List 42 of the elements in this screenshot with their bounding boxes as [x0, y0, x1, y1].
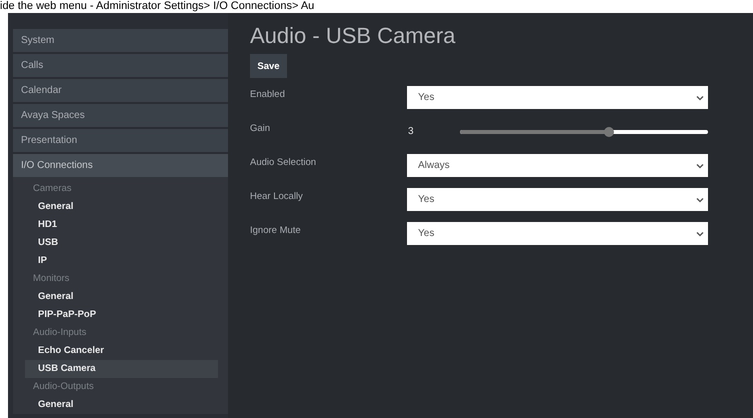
field-label: Hear Locally	[250, 190, 304, 202]
submenu-item[interactable]: PIP-PaP-PoP	[25, 306, 218, 324]
save-button[interactable]: Save	[250, 54, 287, 78]
submenu-item[interactable]: General	[25, 198, 218, 216]
dropdown[interactable]: Yes	[407, 188, 708, 211]
submenu-item[interactable]: IP	[25, 252, 218, 270]
sidebar-item[interactable]: Presentation	[13, 129, 228, 152]
dropdown-value: Yes	[418, 228, 434, 239]
sidebar-item[interactable]: Calendar	[13, 79, 228, 102]
chevron-down-icon	[696, 196, 704, 202]
sidebar-item[interactable]: System	[13, 29, 228, 52]
gain-value: 3	[407, 126, 415, 137]
dropdown[interactable]: Yes	[407, 86, 708, 109]
dropdown[interactable]: Always	[407, 154, 708, 177]
submenu-item[interactable]: General	[25, 288, 218, 306]
submenu-item[interactable]: HD1	[25, 216, 218, 234]
chevron-down-icon	[696, 94, 704, 100]
sidebar-item[interactable]: Avaya Spaces	[13, 104, 228, 127]
submenu-group-label: Monitors	[32, 272, 70, 286]
sidebar-item[interactable]: I/O Connections	[13, 154, 228, 177]
dropdown-value: Yes	[418, 92, 434, 103]
field-label: Enabled	[250, 88, 286, 100]
dropdown[interactable]: Yes	[407, 222, 708, 245]
submenu-group-label: Cameras	[32, 182, 73, 196]
submenu-item[interactable]: General	[25, 396, 218, 414]
chevron-down-icon	[696, 230, 704, 236]
submenu-group-label: Audio-Outputs	[32, 380, 95, 394]
dropdown-value: Always	[418, 160, 450, 171]
slider-track[interactable]	[460, 130, 708, 134]
page-title: Audio - USB Camera	[250, 23, 456, 49]
sidebar-item[interactable]: Calls	[13, 54, 228, 77]
dropdown-value: Yes	[418, 194, 434, 205]
field-label: Gain	[250, 122, 272, 134]
field-label: Audio Selection	[250, 156, 318, 168]
submenu-item[interactable]: USB	[25, 234, 218, 252]
caption-text: ide the web menu - Administrator Settings> I/O Connections> Au	[0, 0, 316, 13]
submenu-item[interactable]: USB Camera	[25, 360, 218, 378]
submenu-item[interactable]: Echo Canceler	[25, 342, 218, 360]
field-label: Ignore Mute	[250, 224, 302, 236]
slider-thumb[interactable]	[604, 126, 614, 136]
chevron-down-icon	[696, 162, 704, 168]
submenu-group-label: Audio-Inputs	[32, 326, 88, 340]
